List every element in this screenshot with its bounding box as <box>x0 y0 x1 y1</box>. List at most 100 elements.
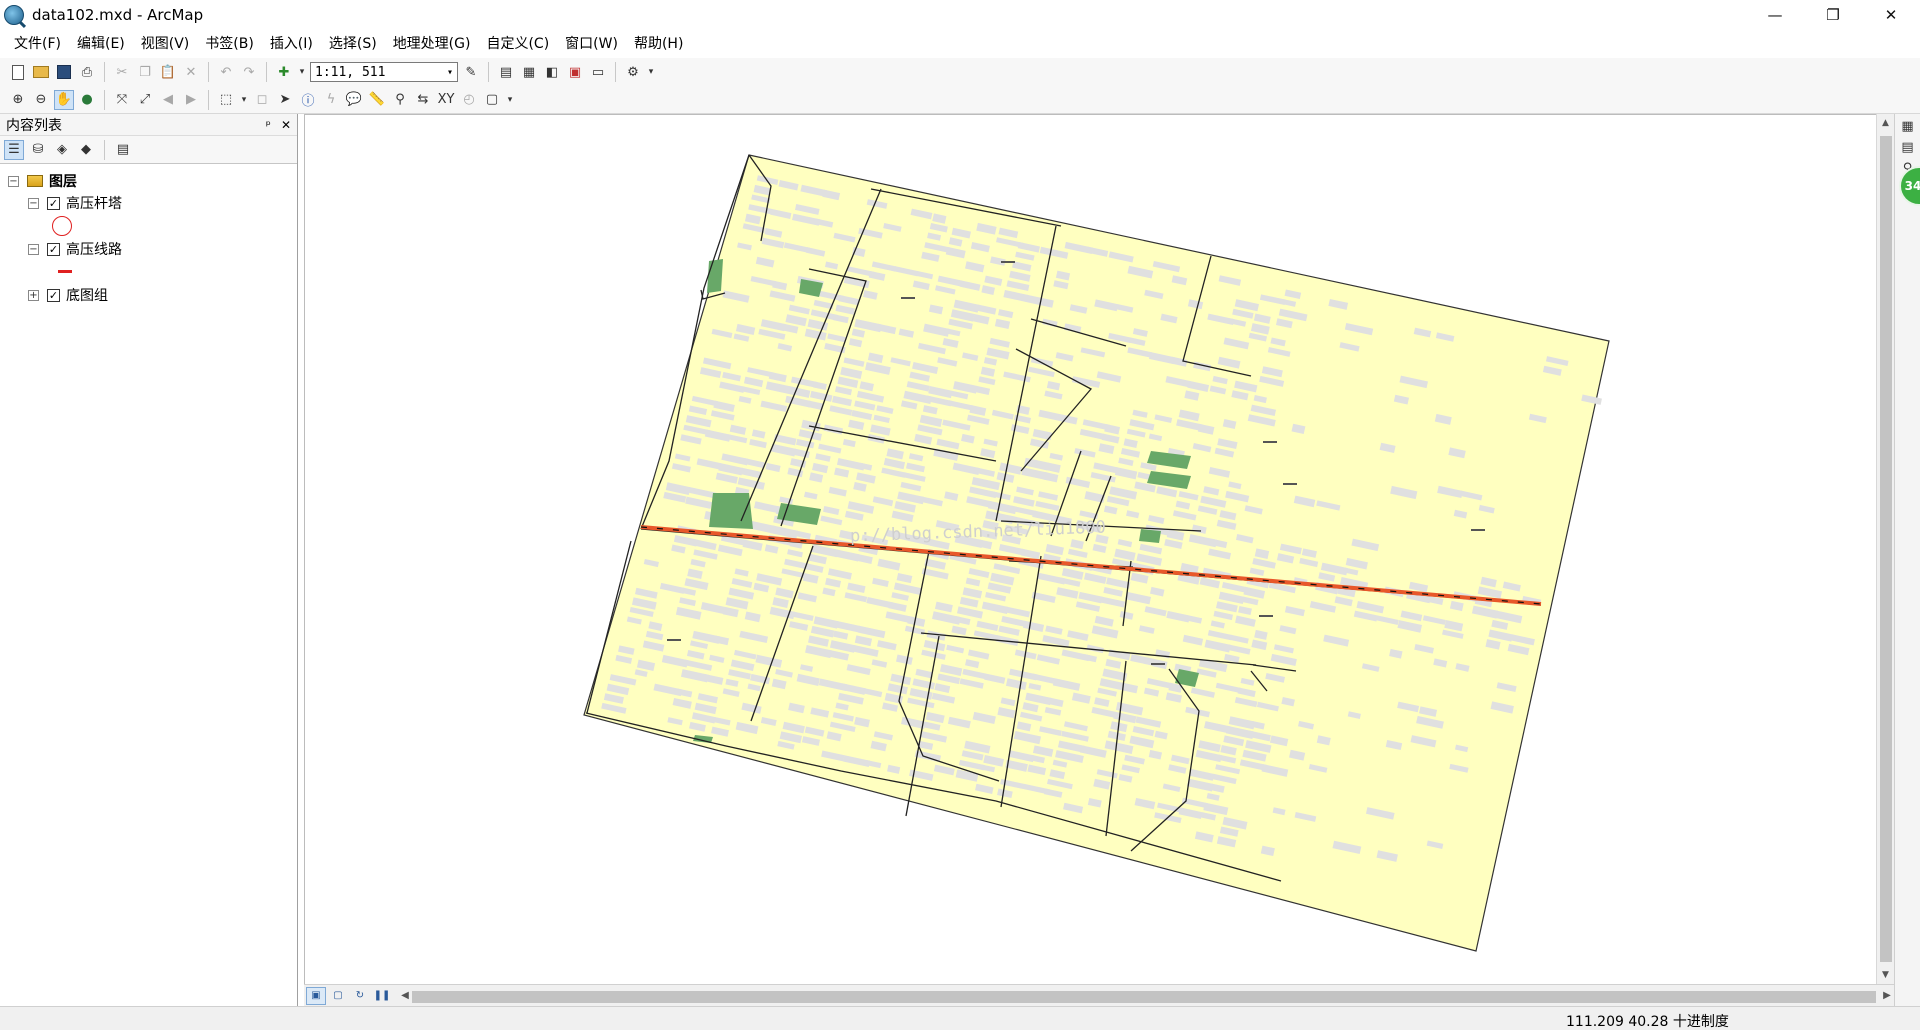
new-document-icon[interactable] <box>8 62 28 82</box>
list-by-visibility-icon[interactable]: ◈ <box>52 140 72 160</box>
hyperlink-icon[interactable]: ϟ <box>321 90 341 110</box>
minimize-button[interactable]: — <box>1746 0 1804 30</box>
find-binoculars-icon[interactable]: ⚲ <box>390 90 410 110</box>
menu-file[interactable]: 文件(F) <box>6 30 69 58</box>
list-by-drawing-order-icon[interactable]: ☰ <box>4 139 24 160</box>
close-icon[interactable]: ✕ <box>281 118 291 132</box>
pause-drawing-icon[interactable]: ❚❚ <box>372 987 392 1005</box>
refresh-icon[interactable]: ↻ <box>350 987 370 1005</box>
toc-options-icon[interactable]: ▤ <box>113 140 133 160</box>
catalog-dock-icon[interactable]: ▦ <box>1895 118 1920 135</box>
undo-icon[interactable]: ↶ <box>216 62 236 82</box>
vertical-scrollbar[interactable]: ▲ ▼ <box>1876 114 1894 984</box>
chevron-down-icon[interactable]: ▾ <box>447 67 453 78</box>
expand-toggle-icon[interactable]: + <box>28 289 39 301</box>
scroll-up-icon[interactable]: ▲ <box>1877 114 1894 132</box>
layer-label[interactable]: 高压杆塔 <box>66 193 122 213</box>
toolbar-options-icon[interactable]: ▾ <box>646 62 656 82</box>
paste-icon[interactable]: 📋 <box>158 62 178 82</box>
layer-visibility-checkbox[interactable]: ✓ <box>47 196 60 210</box>
layer-label[interactable]: 高压线路 <box>66 239 122 259</box>
close-button[interactable]: ✕ <box>1862 0 1920 30</box>
scroll-left-icon[interactable]: ◀ <box>398 987 412 1005</box>
layer-label[interactable]: 底图组 <box>66 285 108 305</box>
toolbar-options-icon[interactable]: ▾ <box>505 90 515 110</box>
map-display[interactable]: p://blog.csdn.net/liu1800 <box>304 114 1876 984</box>
pan-hand-icon[interactable]: ✋ <box>54 89 74 110</box>
zoom-in-icon[interactable]: ⊕ <box>8 90 28 110</box>
python-window-icon[interactable]: ▭ <box>588 62 608 82</box>
cut-icon[interactable]: ✂ <box>112 62 132 82</box>
dock-tab-icon[interactable]: ▤ <box>1895 139 1920 156</box>
add-data-dropdown-icon[interactable]: ▾ <box>297 62 307 82</box>
map-label-mark <box>1001 261 1015 263</box>
map-canvas[interactable] <box>305 115 1876 984</box>
menu-insert[interactable]: 插入(I) <box>262 30 321 58</box>
collapse-toggle-icon[interactable]: − <box>28 243 39 255</box>
tree-row-layer[interactable]: + ✓ 底图组 <box>0 284 297 306</box>
select-elements-arrow-icon[interactable]: ➤ <box>275 90 295 110</box>
list-by-selection-icon[interactable]: ◆ <box>76 140 96 160</box>
menu-windows[interactable]: 窗口(W) <box>557 30 626 58</box>
select-features-icon[interactable]: ⬚ <box>216 90 236 110</box>
fixed-zoom-out-icon[interactable]: ⤢ <box>135 90 155 110</box>
back-extent-icon[interactable]: ◀ <box>158 90 178 110</box>
forward-extent-icon[interactable]: ▶ <box>181 90 201 110</box>
arctoolbox-icon[interactable]: ▣ <box>565 62 585 82</box>
full-extent-globe-icon[interactable]: ● <box>77 90 97 110</box>
restore-button[interactable]: ❐ <box>1804 0 1862 30</box>
redo-icon[interactable]: ↷ <box>239 62 259 82</box>
print-icon[interactable]: ⎙ <box>77 62 97 82</box>
pin-icon[interactable]: ᵖ <box>266 118 271 132</box>
vertical-scroll-thumb[interactable] <box>1880 136 1892 962</box>
find-route-icon[interactable]: ⇆ <box>413 90 433 110</box>
catalog-window-icon[interactable]: ▦ <box>519 62 539 82</box>
map-label-mark <box>1471 529 1485 531</box>
horizontal-scrollbar[interactable]: ◀ ▶ <box>398 987 1894 1005</box>
menu-view[interactable]: 视图(V) <box>133 30 198 58</box>
html-popup-icon[interactable]: 💬 <box>344 90 364 110</box>
menu-selection[interactable]: 选择(S) <box>321 30 385 58</box>
measure-icon[interactable]: 📏 <box>367 90 387 110</box>
layer-visibility-checkbox[interactable]: ✓ <box>47 242 60 256</box>
time-slider-icon[interactable]: ◴ <box>459 90 479 110</box>
editor-toolbar-icon[interactable]: ✎ <box>461 62 481 82</box>
clear-selection-icon[interactable]: ◻ <box>252 90 272 110</box>
map-label-mark <box>901 297 915 299</box>
collapse-toggle-icon[interactable]: − <box>8 175 19 187</box>
menu-customize[interactable]: 自定义(C) <box>478 30 557 58</box>
collapse-toggle-icon[interactable]: − <box>28 197 39 209</box>
list-by-source-icon[interactable]: ⛁ <box>28 140 48 160</box>
save-icon[interactable] <box>54 62 74 82</box>
menu-bookmarks[interactable]: 书签(B) <box>197 30 262 58</box>
tree-row-layer[interactable]: − ✓ 高压杆塔 <box>0 192 297 214</box>
open-folder-icon[interactable] <box>31 62 51 82</box>
add-data-icon[interactable]: ✚ <box>274 62 294 82</box>
copy-icon[interactable]: ❐ <box>135 62 155 82</box>
scroll-right-icon[interactable]: ▶ <box>1880 987 1894 1005</box>
select-dropdown-icon[interactable]: ▾ <box>239 90 249 110</box>
fixed-zoom-in-icon[interactable]: ⤧ <box>112 90 132 110</box>
data-view-icon[interactable]: ▣ <box>306 986 326 1005</box>
go-to-xy-icon[interactable]: XY <box>436 90 456 110</box>
horizontal-scroll-thumb[interactable] <box>412 990 1876 1003</box>
delete-icon[interactable]: ✕ <box>181 62 201 82</box>
tools-toolbar: ⊕ ⊖ ✋ ● ⤧ ⤢ ◀ ▶ ⬚ ▾ ◻ ➤ ⓘ ϟ 💬 📏 ⚲ ⇆ XY ◴… <box>0 86 1920 114</box>
model-builder-icon[interactable]: ⚙ <box>623 62 643 82</box>
scroll-down-icon[interactable]: ▼ <box>1877 966 1894 984</box>
map-scale-combobox[interactable]: 1:11, 511 ▾ <box>310 62 458 82</box>
tree-row-layer[interactable]: − ✓ 高压线路 <box>0 238 297 260</box>
data-frame-label[interactable]: 图层 <box>49 171 77 191</box>
layout-view-icon[interactable]: ▢ <box>328 987 348 1005</box>
hollow-circle-symbol-icon <box>52 216 72 236</box>
create-viewer-window-icon[interactable]: ▢ <box>482 90 502 110</box>
menu-geoprocessing[interactable]: 地理处理(G) <box>385 30 479 58</box>
identify-icon[interactable]: ⓘ <box>298 90 318 110</box>
tree-row-root[interactable]: − 图层 <box>0 170 297 192</box>
zoom-out-icon[interactable]: ⊖ <box>31 90 51 110</box>
layer-visibility-checkbox[interactable]: ✓ <box>47 288 60 302</box>
table-of-contents-icon[interactable]: ▤ <box>496 62 516 82</box>
search-window-icon[interactable]: ◧ <box>542 62 562 82</box>
menu-help[interactable]: 帮助(H) <box>626 30 691 58</box>
menu-edit[interactable]: 编辑(E) <box>69 30 133 58</box>
